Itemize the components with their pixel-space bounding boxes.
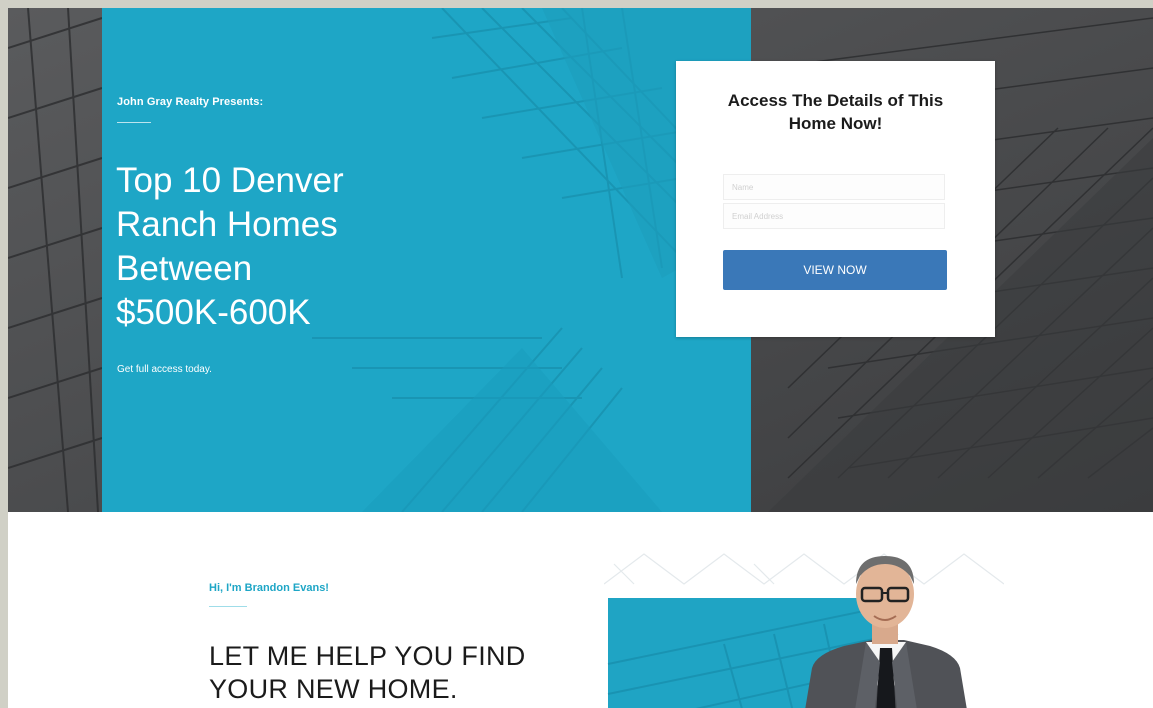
hero-section: John Gray Realty Presents: Top 10 Denver… (8, 8, 1153, 512)
headline-line: Ranch Homes (116, 205, 338, 244)
about-heading-line: YOUR NEW HOME. (209, 674, 458, 704)
hero-eyebrow: John Gray Realty Presents: (117, 96, 264, 108)
email-input[interactable] (723, 203, 945, 229)
eyebrow-divider (117, 122, 151, 123)
headline-line: Top 10 Denver (116, 161, 344, 200)
landing-page: John Gray Realty Presents: Top 10 Denver… (8, 8, 1153, 708)
agent-photo (604, 553, 1004, 708)
name-input[interactable] (723, 174, 945, 200)
about-heading: LET ME HELP YOU FIND YOUR NEW HOME. (209, 640, 526, 706)
headline-line: $500K-600K (116, 293, 311, 332)
hero-subtext: Get full access today. (117, 364, 212, 375)
lead-form-card: Access The Details of This Home Now! VIE… (676, 61, 995, 337)
view-now-button[interactable]: VIEW NOW (723, 250, 947, 290)
headline-line: Between (116, 249, 253, 288)
about-divider (209, 606, 247, 607)
hero-headline: Top 10 Denver Ranch Homes Between $500K-… (116, 159, 446, 335)
form-title-line: Home Now! (788, 114, 883, 133)
about-heading-line: LET ME HELP YOU FIND (209, 641, 526, 671)
form-title-line: Access The Details of This (727, 91, 944, 110)
agent-intro: Hi, I'm Brandon Evans! (209, 582, 329, 594)
form-title: Access The Details of This Home Now! (676, 89, 995, 135)
